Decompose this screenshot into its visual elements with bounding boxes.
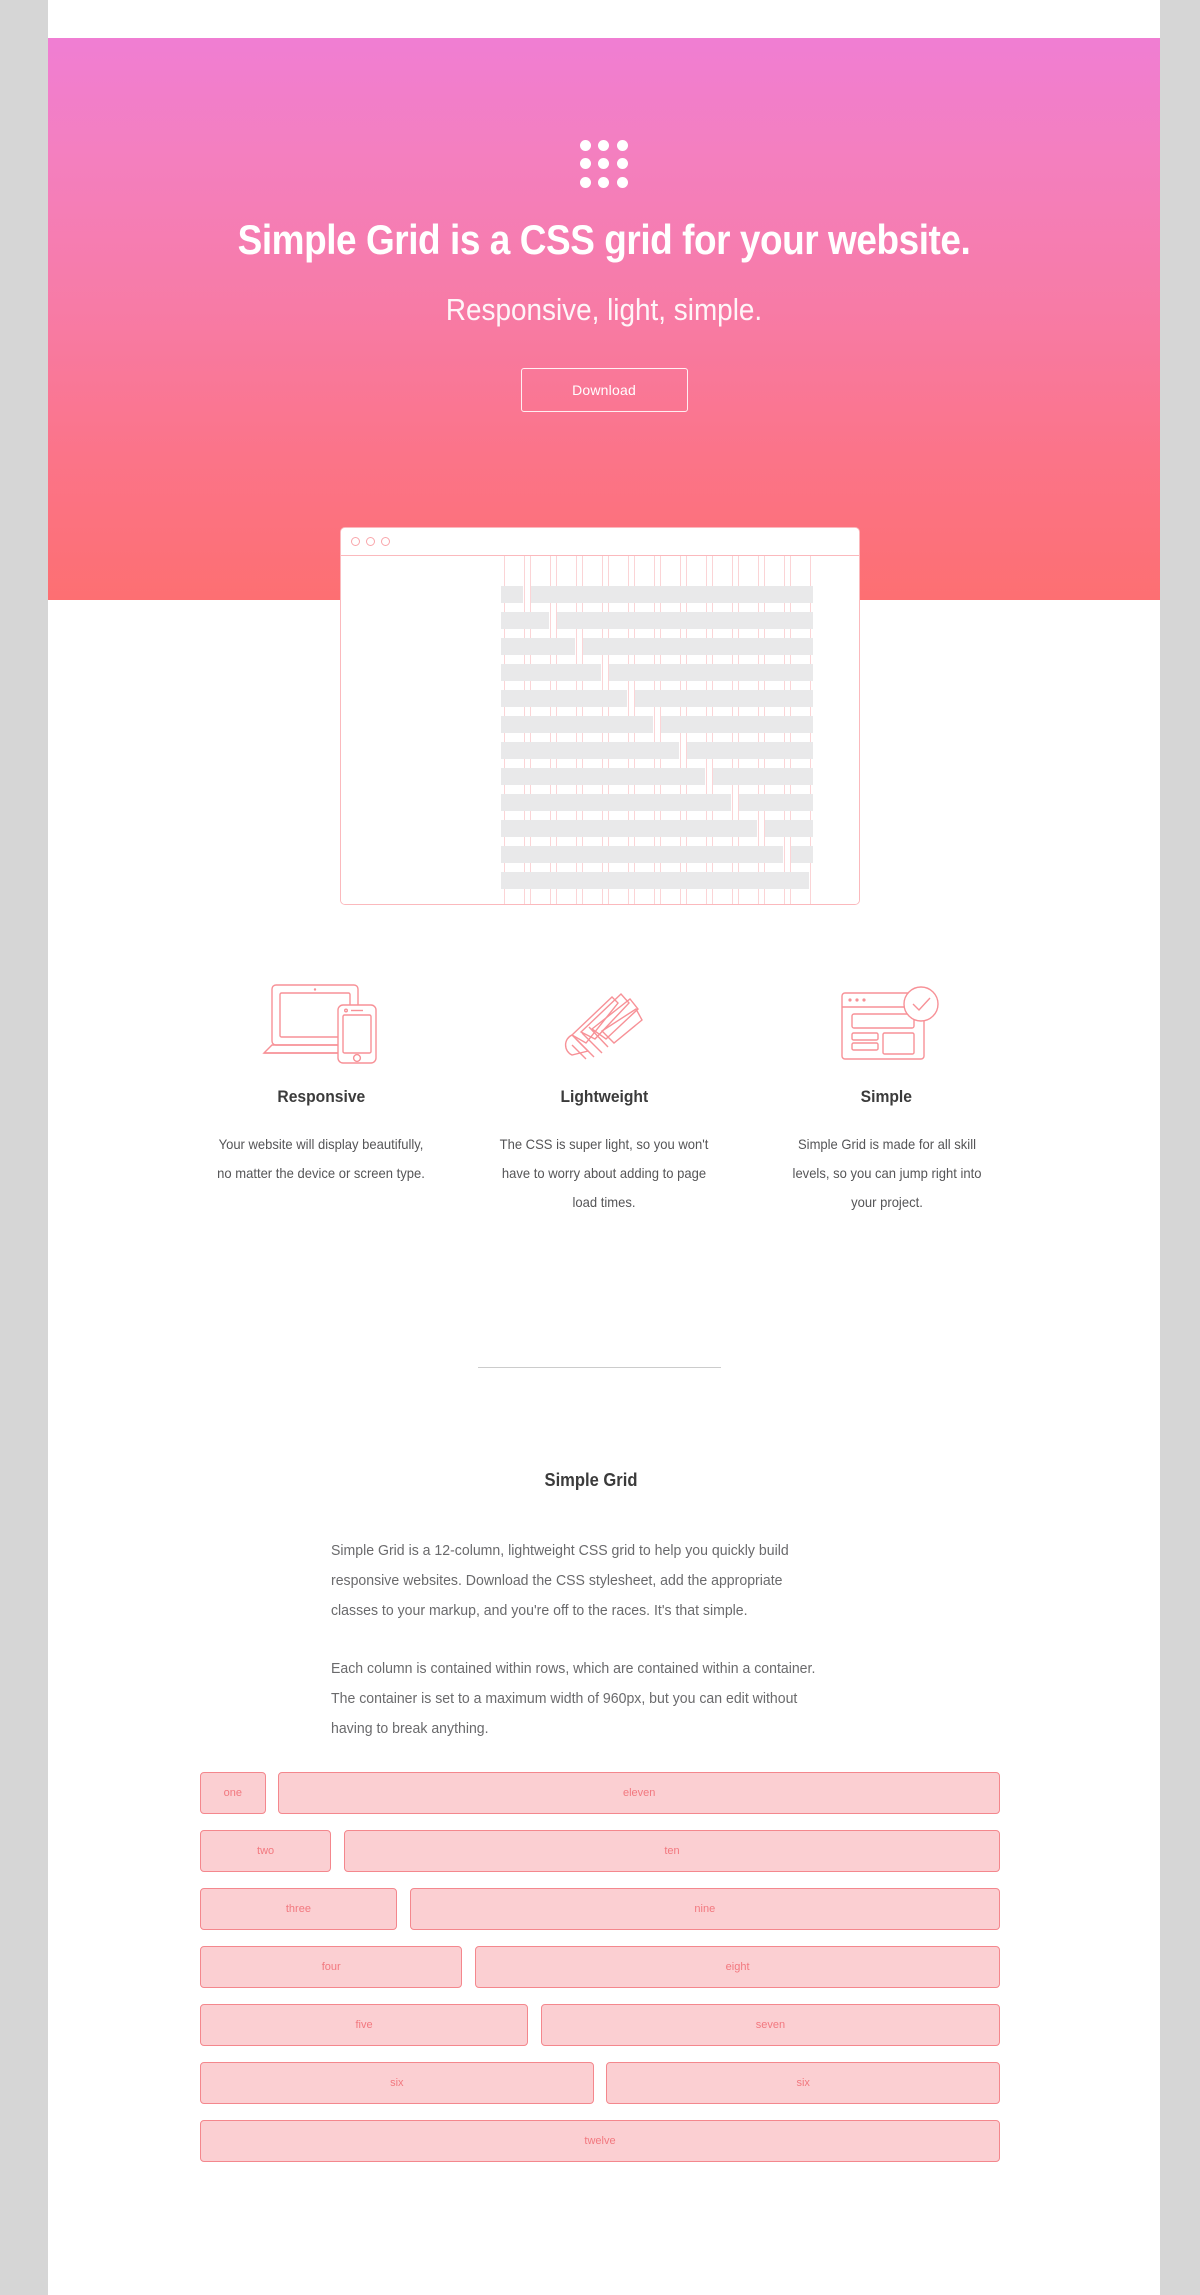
- hero-content: Simple Grid is a CSS grid for your websi…: [48, 38, 1160, 412]
- grid-block: [713, 768, 813, 785]
- grid-demo-row: four eight: [200, 1946, 1000, 1988]
- grid-demo-section: one eleven two ten three nine four eight five sev…: [200, 1772, 1000, 2178]
- grid-block: [501, 690, 627, 707]
- feature-description: The CSS is super light, so you won't hav…: [499, 1136, 709, 1210]
- features-section: Responsive Your website will display bea…: [180, 975, 1028, 1217]
- grid-block: [661, 716, 813, 733]
- grid-demo-row: five seven: [200, 2004, 1000, 2046]
- download-button[interactable]: Download: [520, 368, 688, 412]
- feature-title: Simple: [861, 1087, 913, 1106]
- grid-demo-row: three nine: [200, 1888, 1000, 1930]
- grid-block: [791, 846, 813, 863]
- grid-demo-cell[interactable]: six: [200, 2062, 594, 2104]
- grid-demo-cell[interactable]: six: [606, 2062, 1000, 2104]
- grid-block: [765, 820, 813, 837]
- grid-block: [557, 612, 813, 629]
- article-section: Simple Grid Simple Grid is a 12-column, …: [331, 1455, 851, 1744]
- traffic-light-close-icon: [351, 537, 360, 546]
- grid-demo-cell[interactable]: two: [200, 1830, 332, 1872]
- grid-dots-logo-icon: [580, 140, 628, 188]
- feature-title: Lightweight: [560, 1087, 648, 1106]
- grid-demo-cell[interactable]: twelve: [200, 2120, 1000, 2162]
- grid-block: [501, 794, 731, 811]
- grid-block: [583, 638, 813, 655]
- hero-subtitle: Responsive, light, simple.: [445, 292, 763, 327]
- grid-block: [501, 768, 705, 785]
- grid-stair-blocks: [341, 556, 859, 904]
- grid-block: [609, 664, 813, 681]
- browser-mockup: [340, 527, 860, 905]
- laptop-phone-icon: [180, 975, 463, 1065]
- grid-demo-row: six six: [200, 2062, 1000, 2104]
- traffic-light-maximize-icon: [381, 537, 390, 546]
- grid-block: [635, 690, 813, 707]
- grid-demo-cell[interactable]: seven: [540, 2004, 1000, 2046]
- grid-block: [501, 664, 601, 681]
- mockup-viewport: [341, 556, 859, 904]
- grid-block: [501, 716, 653, 733]
- feature-description: Your website will display beautifully, n…: [217, 1136, 426, 1181]
- traffic-light-minimize-icon: [366, 537, 375, 546]
- feature-lightweight: Lightweight The CSS is super light, so y…: [463, 975, 746, 1217]
- grid-block: [501, 612, 549, 629]
- article-title: Simple Grid: [544, 1469, 638, 1490]
- section-divider: [478, 1367, 721, 1368]
- article-paragraph-1: Simple Grid is a 12-column, lightweight …: [331, 1541, 789, 1619]
- grid-block: [501, 846, 783, 863]
- feature-responsive: Responsive Your website will display bea…: [180, 975, 463, 1217]
- grid-demo-cell[interactable]: eleven: [278, 1772, 1000, 1814]
- grid-block: [739, 794, 813, 811]
- grid-block: [501, 638, 575, 655]
- grid-block: [687, 742, 813, 759]
- grid-block: [501, 586, 523, 603]
- feature-simple: Simple Simple Grid is made for all skill…: [745, 975, 1028, 1217]
- browser-check-icon: [745, 975, 1028, 1065]
- grid-demo-cell[interactable]: four: [200, 1946, 463, 1988]
- grid-demo-row: twelve: [200, 2120, 1000, 2162]
- article-paragraph-2: Each column is contained within rows, wh…: [331, 1659, 816, 1737]
- grid-demo-cell[interactable]: ten: [343, 1830, 1000, 1872]
- grid-block: [501, 872, 809, 889]
- grid-demo-cell[interactable]: nine: [409, 1888, 1000, 1930]
- shuttlecock-icon: [463, 975, 746, 1065]
- feature-title: Responsive: [277, 1087, 366, 1106]
- mockup-titlebar: [341, 528, 859, 556]
- grid-demo-row: one eleven: [200, 1772, 1000, 1814]
- page-root: Simple Grid is a CSS grid for your websi…: [0, 0, 1200, 2295]
- grid-demo-cell[interactable]: one: [200, 1772, 266, 1814]
- grid-block: [501, 742, 679, 759]
- hero-section: Simple Grid is a CSS grid for your websi…: [48, 38, 1160, 600]
- grid-block: [501, 820, 757, 837]
- grid-demo-cell[interactable]: three: [200, 1888, 397, 1930]
- feature-description: Simple Grid is made for all skill levels…: [792, 1136, 982, 1210]
- grid-demo-cell[interactable]: eight: [475, 1946, 1000, 1988]
- grid-block: [531, 586, 813, 603]
- grid-demo-cell[interactable]: five: [200, 2004, 528, 2046]
- hero-title: Simple Grid is a CSS grid for your websi…: [237, 216, 971, 263]
- grid-demo-row: two ten: [200, 1830, 1000, 1872]
